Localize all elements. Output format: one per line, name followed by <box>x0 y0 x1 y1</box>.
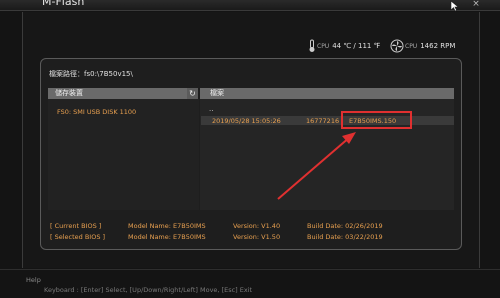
mouse-cursor-icon <box>450 0 460 12</box>
fan-icon <box>390 39 404 53</box>
cpu-temp-label: CPU <box>317 43 330 50</box>
annotation-arrow-icon <box>277 132 356 200</box>
file-path: 檔案路徑：fs0:\7B50v15\ <box>49 70 133 78</box>
device-item-fs0[interactable]: FS0: SMI USB DISK 1100 <box>57 108 136 116</box>
parent-directory-item[interactable]: .. <box>209 105 213 113</box>
current-bios-label: [ Current BIOS ] <box>50 222 102 230</box>
current-bios-model: Model Name: E7B50IMS <box>128 222 206 230</box>
cpu-fan-speed: CPU 1462 RPM <box>405 42 455 50</box>
cpu-fan-label: CPU <box>405 43 418 50</box>
file-date: 2019/05/28 15:05:26 <box>212 117 281 125</box>
help-title: Help <box>26 276 41 284</box>
file-size: 16777216 <box>306 117 340 125</box>
devices-column-header: 儲存裝置 <box>48 88 187 99</box>
refresh-icon[interactable]: ↻ <box>187 88 198 99</box>
window-title: M-Flash <box>42 0 85 8</box>
selected-bios-version: Version: V1.50 <box>233 233 281 241</box>
current-bios-date: Build Date: 02/26/2019 <box>307 222 383 230</box>
files-column-header: 檔案 <box>200 88 454 99</box>
title-bar: M-Flash × <box>0 0 500 12</box>
cpu-temperature: CPU 44 ℃ / 111 ℉ <box>317 42 380 50</box>
current-bios-version: Version: V1.40 <box>233 222 281 230</box>
help-keyboard-hints: Keyboard : [Enter] Select, [Up/Down/Righ… <box>44 286 253 294</box>
selected-bios-date: Build Date: 03/22/2019 <box>307 233 383 241</box>
selected-bios-model: Model Name: E7B50IMS <box>128 233 206 241</box>
selected-bios-label: [ Selected BIOS ] <box>50 233 106 241</box>
close-button[interactable]: × <box>468 0 484 10</box>
cpu-temp-value: 44 ℃ / 111 ℉ <box>332 42 381 50</box>
cpu-fan-value: 1462 RPM <box>420 42 456 50</box>
help-divider <box>0 269 500 270</box>
